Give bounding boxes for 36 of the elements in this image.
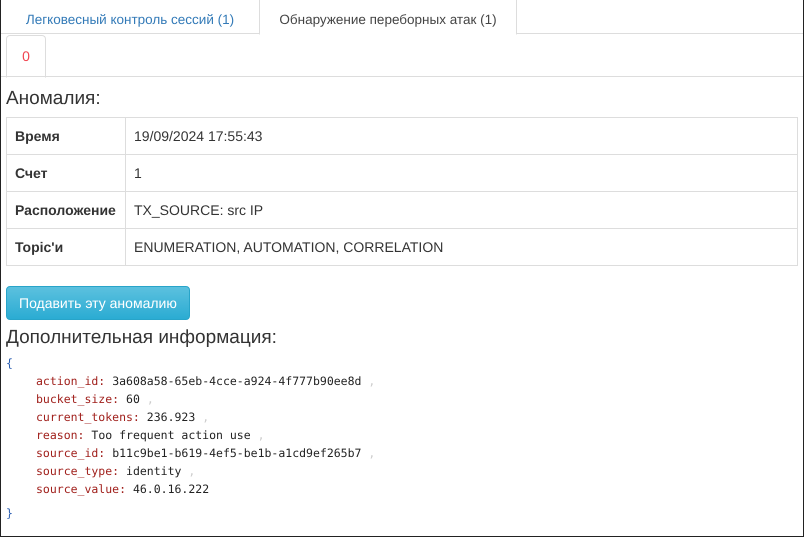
section-title: Дополнительная информация: [6, 326, 278, 350]
table-cell: 19/09/2024 17:55:43 [126, 118, 798, 154]
json-value: Too frequent action use [91, 428, 251, 442]
separator: , [146, 392, 154, 406]
table-cell: TX_SOURCE: src IP [126, 192, 798, 228]
json-value: 3a608a58-65eb-4cce-a924-4f777b90ee8d [112, 374, 362, 388]
separator: , [258, 428, 265, 442]
suppress-button[interactable]: Подавить эту аномалию [6, 286, 190, 320]
json-key: bucket_size: [36, 392, 120, 406]
json-key: current_tokens: [36, 410, 140, 424]
tab[interactable]: 0 [6, 35, 46, 78]
table-cell: Topic'и [6, 228, 126, 266]
table-cell: Счет [6, 154, 126, 192]
separator: , [368, 446, 376, 460]
json-value: identity [126, 464, 182, 478]
json-key: source_type: [36, 464, 120, 478]
table-cell: ENUMERATION, AUTOMATION, CORRELATION [126, 228, 798, 266]
section-title: Аномалия: [6, 87, 102, 111]
brace: { [6, 356, 13, 370]
json-key: reason: [36, 428, 84, 442]
table-cell: Время [6, 118, 126, 154]
json-key: source_id: [36, 446, 106, 460]
json-value: b11c9be1-b619-4ef5-be1b-a1cd9ef265b7 [112, 446, 362, 460]
tab[interactable]: Обнаружение переборных атак (1) [259, 0, 517, 35]
json-value: 46.0.16.222 [132, 482, 210, 496]
separator: , [188, 464, 196, 478]
json-value: 60 [126, 392, 140, 406]
json-value: 236.923 [146, 410, 196, 424]
table-cell: Расположение [6, 192, 126, 228]
separator: , [202, 410, 210, 424]
json-key: source_value: [36, 482, 126, 496]
json-key: action_id: [36, 374, 106, 388]
table-cell: 1 [126, 154, 798, 192]
separator: , [368, 374, 376, 388]
brace: } [6, 506, 13, 520]
tab[interactable]: Легковесный контроль сессий (1) [1, 0, 259, 34]
